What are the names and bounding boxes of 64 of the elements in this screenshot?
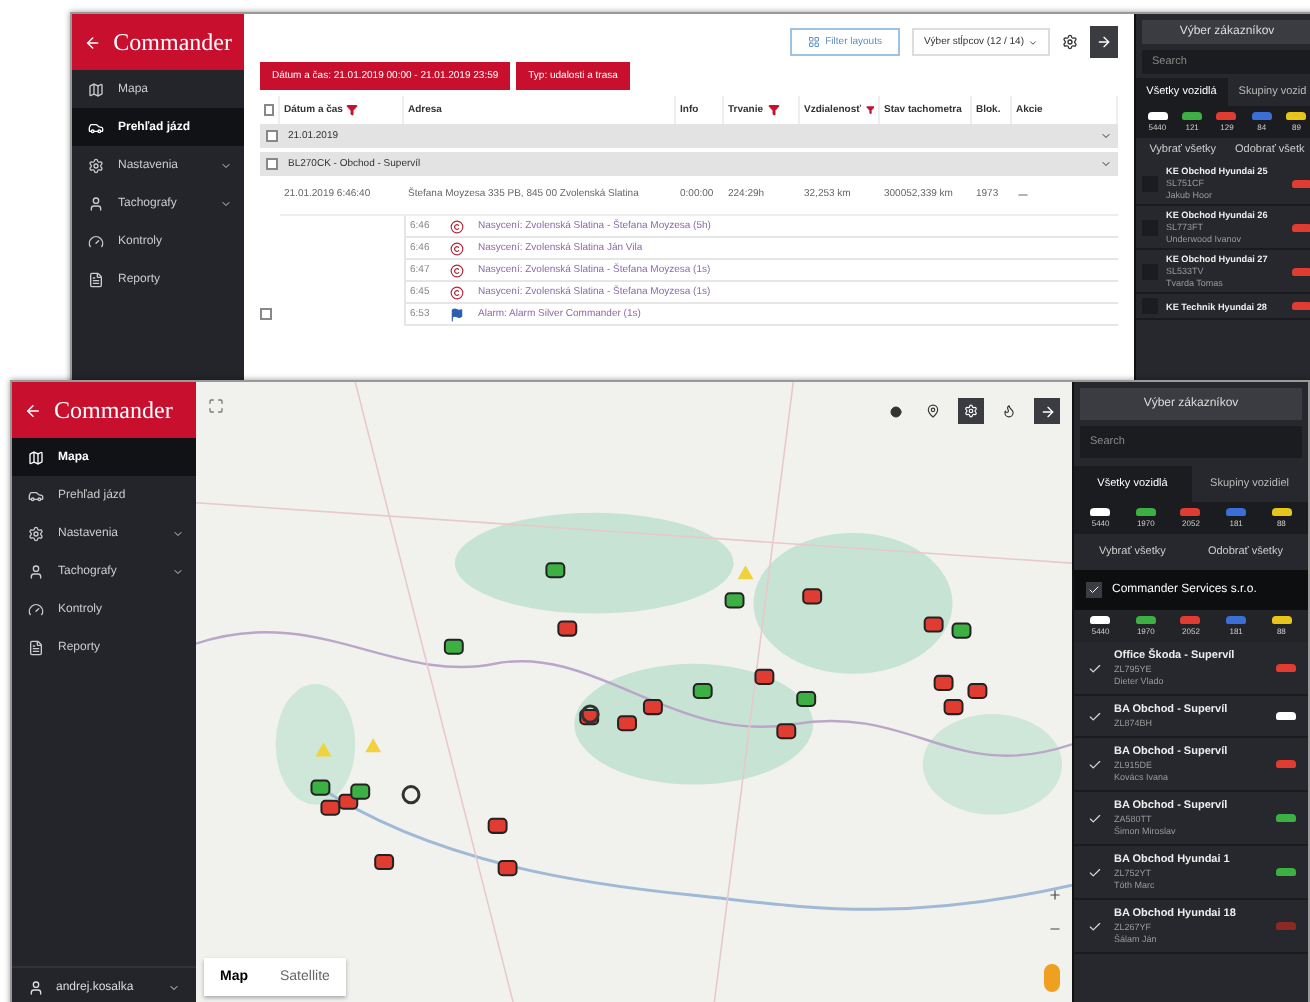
car-color-icon[interactable] — [1135, 616, 1156, 624]
car-color-icon[interactable] — [1286, 112, 1307, 120]
collapse-panel-button[interactable] — [1034, 398, 1060, 424]
arrow-icon — [1039, 403, 1055, 419]
menu-item-icon — [28, 639, 44, 655]
menu-item-icon — [28, 449, 44, 465]
caret-icon — [1100, 158, 1112, 170]
menu-item-icon — [88, 195, 104, 211]
logo-text: Commander — [54, 395, 173, 425]
logo-text: Commander — [113, 27, 232, 57]
menu-item-icon — [88, 119, 104, 135]
back-arrow-icon[interactable] — [24, 401, 42, 419]
check-icon[interactable] — [1086, 709, 1102, 723]
menu-item-icon — [28, 525, 44, 541]
menu-item-icon — [28, 563, 44, 579]
car-color-icon[interactable] — [1271, 616, 1292, 624]
check-icon[interactable] — [1086, 811, 1102, 825]
event-icon — [450, 219, 464, 233]
menu-item-icon — [88, 81, 104, 97]
event-icon — [450, 263, 464, 277]
checkbox[interactable] — [266, 158, 278, 170]
caret-icon — [1028, 37, 1038, 47]
event-icon — [450, 285, 464, 299]
car-color-icon[interactable] — [1180, 616, 1201, 624]
caret-icon — [168, 982, 180, 994]
car-color-icon[interactable] — [1090, 616, 1111, 624]
settings-icon[interactable] — [1062, 34, 1078, 50]
checkbox[interactable] — [264, 104, 274, 116]
checkbox[interactable] — [266, 130, 278, 142]
filter-icon[interactable] — [865, 104, 874, 116]
collapse-panel-button[interactable] — [1090, 26, 1118, 58]
car-color-icon[interactable] — [1226, 616, 1247, 624]
car-color-icon[interactable] — [1216, 112, 1237, 120]
car-color-icon[interactable] — [1135, 508, 1156, 516]
check-icon[interactable] — [1086, 919, 1102, 933]
grid-icon — [807, 36, 820, 48]
car-color-icon[interactable] — [1271, 508, 1292, 516]
settings-icon[interactable] — [958, 398, 984, 424]
user-icon — [28, 980, 44, 996]
filter-icon[interactable] — [767, 104, 780, 116]
back-arrow-icon[interactable] — [84, 33, 102, 51]
flag-icon — [450, 307, 464, 321]
zoom-in-icon[interactable] — [1048, 888, 1062, 902]
car-color-icon[interactable] — [1226, 508, 1247, 516]
menu-item-icon — [28, 601, 44, 617]
arrow-icon — [1096, 34, 1112, 50]
fullscreen-icon[interactable] — [208, 398, 224, 414]
car-color-icon[interactable] — [1090, 508, 1111, 516]
checkbox[interactable] — [1086, 582, 1102, 598]
checkbox[interactable] — [260, 308, 272, 320]
menu-item-icon — [88, 271, 104, 287]
menu-item-icon — [28, 487, 44, 503]
menu-item-icon — [88, 157, 104, 173]
car-color-icon[interactable] — [1251, 112, 1272, 120]
car-color-icon[interactable] — [1180, 508, 1201, 516]
car-color-icon[interactable] — [1182, 112, 1203, 120]
check-icon[interactable] — [1086, 661, 1102, 675]
check-icon[interactable] — [1086, 757, 1102, 771]
menu-item-icon — [88, 233, 104, 249]
check-icon[interactable] — [1086, 865, 1102, 879]
filter-icon[interactable] — [346, 104, 359, 116]
caret-icon — [1100, 130, 1112, 142]
event-icon — [450, 241, 464, 255]
car-color-icon[interactable] — [1147, 112, 1168, 120]
